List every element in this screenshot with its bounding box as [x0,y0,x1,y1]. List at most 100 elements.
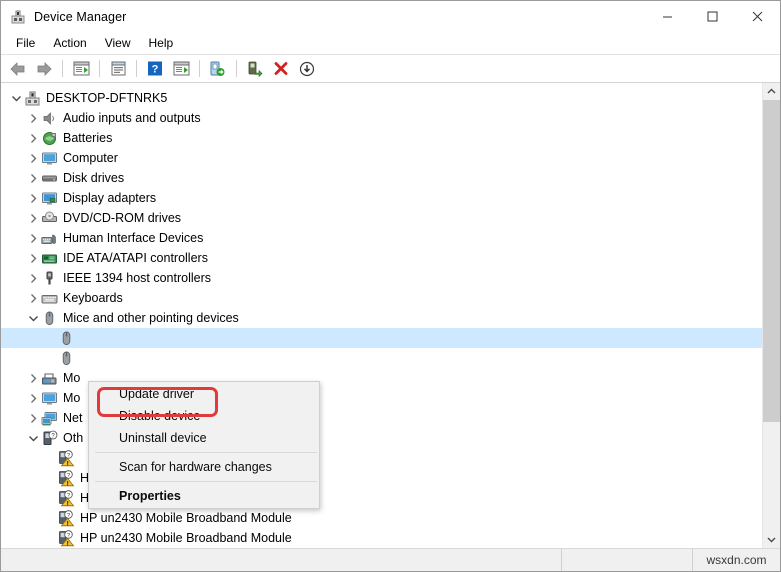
tree-row-label: IDE ATA/ATAPI controllers [63,251,208,265]
twisty-spacer [42,448,58,468]
svg-text:?: ? [152,64,159,76]
maximize-button[interactable] [690,1,735,32]
tree-row-label: Oth [63,431,84,445]
chevron-right-icon[interactable] [25,248,41,268]
help-icon[interactable]: ? [143,57,167,81]
tree-row[interactable]: Computer [1,148,762,168]
chevron-right-icon[interactable] [25,288,41,308]
tree-row-label: Mice and other pointing devices [63,311,239,325]
chevron-up-icon[interactable] [763,83,780,100]
tree-row-label: Computer [63,151,118,165]
device-manager-icon [10,9,26,25]
tree-row[interactable]: IEEE 1394 host controllers [1,268,762,288]
chevron-down-icon[interactable] [25,428,41,448]
computer-root-icon [24,90,41,107]
tree-row[interactable]: IDE ATA/ATAPI controllers [1,248,762,268]
toolbar-separator-2 [99,60,100,77]
tree-row[interactable] [1,348,762,368]
tree-row-label: Keyboards [63,291,123,305]
monitor-icon [41,150,58,167]
twisty-spacer [42,508,58,528]
chevron-right-icon[interactable] [25,128,41,148]
modem-icon [41,370,58,387]
update-driver-icon[interactable] [243,57,267,81]
show-hide-console-tree-icon[interactable] [69,57,93,81]
tree-row[interactable]: ? HP un2430 Mobile Broadband Module [1,528,762,548]
unknown-device-warning-icon: ? [58,509,75,527]
chevron-right-icon[interactable] [25,108,41,128]
show-hide-action-pane-icon[interactable] [169,57,193,81]
title-bar: Device Manager [1,1,780,32]
chevron-right-icon[interactable] [25,148,41,168]
tree-row[interactable]: Keyboards [1,288,762,308]
chevron-down-icon[interactable] [25,308,41,328]
tree-row-label: Mo [63,391,81,405]
toolbar-separator-4 [199,60,200,77]
device-manager-window: Device Manager File Action View Help ? D… [0,0,781,572]
twisty-spacer [42,488,58,508]
context-menu[interactable]: Update driver Disable device Uninstall dev… [88,381,320,509]
menu-file[interactable]: File [7,34,44,52]
unknown-device-warning-icon: ? [58,449,75,467]
unknown-device-warning-icon: ? [58,529,75,547]
tree-row[interactable]: Mice and other pointing devices [1,308,762,328]
close-button[interactable] [735,1,780,32]
tree-row[interactable]: Disk drives [1,168,762,188]
audio-icon [41,110,58,127]
menu-view[interactable]: View [96,34,140,52]
monitor-icon [41,390,58,407]
uninstall-device-icon[interactable] [269,57,293,81]
menu-action[interactable]: Action [44,34,95,52]
chevron-down-icon[interactable] [763,531,780,548]
context-menu-item-properties[interactable]: Properties [89,485,319,507]
mouse-icon [58,330,75,347]
status-bar: wsxdn.com [1,548,780,571]
context-menu-item-scan-for-hardware-changes[interactable]: Scan for hardware changes [89,456,319,478]
tree-row[interactable]: DVD/CD-ROM drives [1,208,762,228]
ide-controller-icon [41,250,58,267]
scan-for-hardware-changes-icon[interactable] [206,57,230,81]
scrollbar-thumb[interactable] [763,100,780,422]
back-icon[interactable] [6,57,30,81]
chevron-right-icon[interactable] [25,368,41,388]
tree-row[interactable]: Batteries [1,128,762,148]
ieee1394-icon [41,270,58,287]
context-menu-item-update-driver[interactable]: Update driver [89,383,319,405]
chevron-right-icon[interactable] [25,268,41,288]
tree-row-label: Audio inputs and outputs [63,111,201,125]
vertical-scrollbar[interactable] [762,83,780,548]
tree-row-label: Batteries [63,131,113,145]
content-area: DESKTOP-DFTNRK5 Audio inputs and outputs B… [1,83,780,548]
tree-row[interactable]: Human Interface Devices [1,228,762,248]
tree-row[interactable]: ? HP un2430 Mobile Broadband Module [1,508,762,528]
chevron-right-icon[interactable] [25,188,41,208]
chevron-right-icon[interactable] [25,388,41,408]
chevron-down-icon[interactable] [8,88,24,108]
menu-help[interactable]: Help [140,34,183,52]
chevron-right-icon[interactable] [25,408,41,428]
tree-row[interactable]: DESKTOP-DFTNRK5 [1,88,762,108]
chevron-right-icon[interactable] [25,168,41,188]
tree-row[interactable]: Display adapters [1,188,762,208]
tree-row-label: Display adapters [63,191,157,205]
mouse-icon [58,350,75,367]
tree-row[interactable]: Audio inputs and outputs [1,108,762,128]
tree-row-label: IEEE 1394 host controllers [63,271,211,285]
context-menu-item-disable-device[interactable]: Disable device [89,405,319,427]
chevron-right-icon[interactable] [25,208,41,228]
forward-icon[interactable] [32,57,56,81]
properties-icon[interactable] [106,57,130,81]
disable-device-icon[interactable] [295,57,319,81]
chevron-right-icon[interactable] [25,228,41,248]
unknown-device-warning-icon: ? [58,489,75,507]
tree-row[interactable] [1,328,762,348]
hid-icon [41,230,58,247]
toolbar-separator-5 [236,60,237,77]
keyboard-icon [41,290,58,307]
context-menu-item-uninstall-device[interactable]: Uninstall device [89,427,319,449]
scrollbar-track[interactable] [763,100,780,531]
twisty-spacer [42,468,58,488]
tree-row-label: Mo [63,371,81,385]
minimize-button[interactable] [645,1,690,32]
tree-row-label: HP un2430 Mobile Broadband Module [80,511,292,525]
